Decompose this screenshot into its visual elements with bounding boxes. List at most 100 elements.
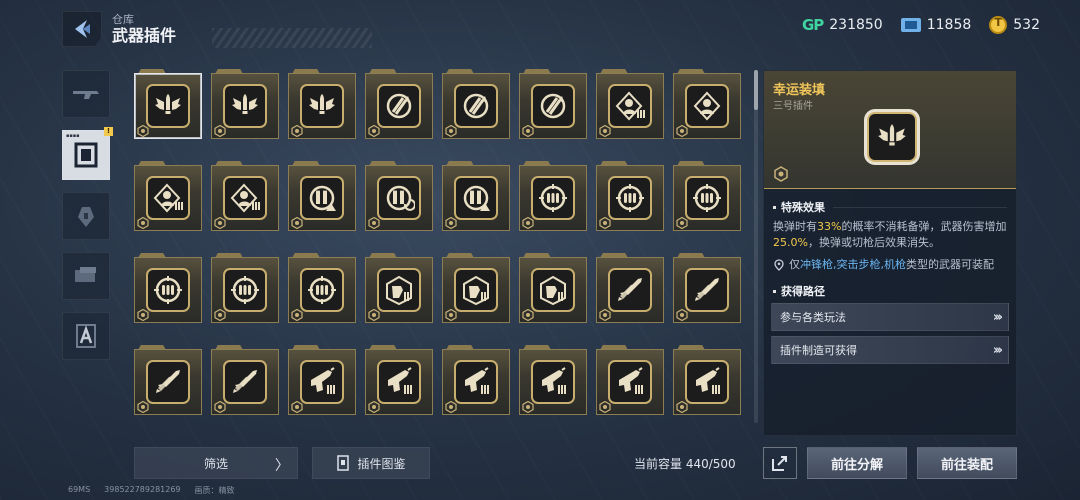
plugin-card[interactable] xyxy=(673,257,741,323)
plugin-slot[interactable] xyxy=(596,161,664,231)
plugin-slot[interactable] xyxy=(134,161,202,231)
plugin-slot[interactable] xyxy=(211,69,279,139)
plugin-card[interactable] xyxy=(365,257,433,323)
plugin-card[interactable] xyxy=(365,73,433,139)
plugin-card[interactable] xyxy=(134,73,202,139)
plugin-slot[interactable] xyxy=(288,253,356,323)
plugin-slot[interactable] xyxy=(134,345,202,415)
plugin-card[interactable] xyxy=(288,349,356,415)
plugin-card[interactable] xyxy=(596,165,664,231)
dismantle-button[interactable]: 前往分解 xyxy=(807,447,907,479)
plugin-slot[interactable] xyxy=(519,161,587,231)
plugin-slot[interactable] xyxy=(596,345,664,415)
plugin-slot[interactable] xyxy=(442,345,510,415)
currency-coin[interactable]: 532 xyxy=(989,16,1040,34)
plugin-card[interactable] xyxy=(673,165,741,231)
plugin-slot[interactable] xyxy=(365,253,433,323)
rarity-hex-icon xyxy=(676,309,688,321)
plugin-slot[interactable] xyxy=(134,69,202,139)
currency-gp[interactable]: GP 231850 xyxy=(802,16,883,34)
plugin-slot[interactable] xyxy=(442,69,510,139)
plugin-card[interactable] xyxy=(673,73,741,139)
plugin-card[interactable] xyxy=(288,257,356,323)
plugin-slot[interactable] xyxy=(442,253,510,323)
plugin-slot[interactable] xyxy=(365,345,433,415)
breadcrumb: 仓库 xyxy=(112,12,134,26)
rail-item-equipment[interactable] xyxy=(62,192,110,240)
plugin-slot[interactable] xyxy=(673,69,741,139)
plugin-slot[interactable] xyxy=(673,253,741,323)
plugin-slot[interactable] xyxy=(596,253,664,323)
plugin-slot[interactable] xyxy=(288,345,356,415)
plugin-card[interactable] xyxy=(365,349,433,415)
plugin-slot[interactable] xyxy=(673,345,741,415)
plugin-slot[interactable] xyxy=(596,69,664,139)
plugin-slot[interactable] xyxy=(211,345,279,415)
rail-item-weapon-plugins[interactable]: ▪▪▪▪ ! xyxy=(62,127,113,180)
headshot-icon xyxy=(693,91,721,121)
winged-bullet-icon xyxy=(155,94,181,114)
plugin-detail-header: 幸运装填 三号插件 xyxy=(764,71,1016,189)
grid-scrollbar-thumb[interactable] xyxy=(754,70,758,110)
plugin-card[interactable] xyxy=(442,349,510,415)
plugin-card[interactable] xyxy=(442,165,510,231)
rail-item-weapons[interactable] xyxy=(62,70,110,118)
plugin-card[interactable] xyxy=(519,165,587,231)
plugin-slot[interactable] xyxy=(211,253,279,323)
plugin-card[interactable] xyxy=(134,257,202,323)
plugin-emblem xyxy=(685,176,729,220)
plugin-card[interactable] xyxy=(288,165,356,231)
plugin-card[interactable] xyxy=(673,349,741,415)
plugin-emblem xyxy=(531,268,575,312)
plugin-slot[interactable] xyxy=(365,69,433,139)
headshot-ammo-icon xyxy=(615,91,645,121)
filter-button[interactable]: 筛选 〉 xyxy=(134,447,298,479)
plugin-card[interactable] xyxy=(596,73,664,139)
plugin-emblem xyxy=(454,268,498,312)
plugin-card[interactable] xyxy=(596,349,664,415)
plugin-slot[interactable] xyxy=(211,161,279,231)
ammo-pack-icon xyxy=(75,267,96,282)
plugin-card[interactable] xyxy=(211,73,279,139)
plugin-grid[interactable] xyxy=(134,69,752,427)
plugin-card[interactable] xyxy=(211,165,279,231)
grid-scrollbar[interactable] xyxy=(754,70,758,423)
plugin-card[interactable] xyxy=(365,165,433,231)
route-crafting-button[interactable]: 插件制造可获得 ››› xyxy=(771,336,1009,364)
plugin-slot[interactable] xyxy=(442,161,510,231)
equip-button[interactable]: 前往装配 xyxy=(917,447,1017,479)
plugin-card[interactable] xyxy=(519,73,587,139)
bullet-alert-icon xyxy=(463,185,490,211)
plugin-slot[interactable] xyxy=(288,69,356,139)
plugin-card[interactable] xyxy=(519,349,587,415)
rarity-hex-icon xyxy=(291,217,303,229)
rarity-hex-icon xyxy=(774,166,788,182)
plugin-slot[interactable] xyxy=(365,161,433,231)
route-gameplay-button[interactable]: 参与各类玩法 ››› xyxy=(771,303,1009,331)
plugin-slot[interactable] xyxy=(673,161,741,231)
plugin-card[interactable] xyxy=(519,257,587,323)
plugin-card[interactable] xyxy=(442,73,510,139)
currency-ticket[interactable]: 11858 xyxy=(900,17,971,33)
plugin-card[interactable] xyxy=(596,257,664,323)
restriction-text-1: 仅 xyxy=(789,258,800,271)
plugin-slot[interactable] xyxy=(519,69,587,139)
plugin-card[interactable] xyxy=(134,165,202,231)
share-icon xyxy=(772,456,787,471)
plugin-card[interactable] xyxy=(211,349,279,415)
plugin-card[interactable] xyxy=(288,73,356,139)
plugin-card[interactable] xyxy=(442,257,510,323)
plugin-card[interactable] xyxy=(134,349,202,415)
share-button[interactable] xyxy=(763,447,797,479)
rail-item-emblems[interactable] xyxy=(62,312,110,360)
rail-item-consumables[interactable] xyxy=(62,252,110,300)
plugin-slot[interactable] xyxy=(519,253,587,323)
plugin-codex-button[interactable]: 插件图鉴 xyxy=(312,447,430,479)
plugin-slot[interactable] xyxy=(519,345,587,415)
plugin-emblem xyxy=(608,176,652,220)
back-button[interactable] xyxy=(62,11,102,47)
rarity-hex-icon xyxy=(522,125,534,137)
plugin-slot[interactable] xyxy=(288,161,356,231)
plugin-slot[interactable] xyxy=(134,253,202,323)
plugin-card[interactable] xyxy=(211,257,279,323)
